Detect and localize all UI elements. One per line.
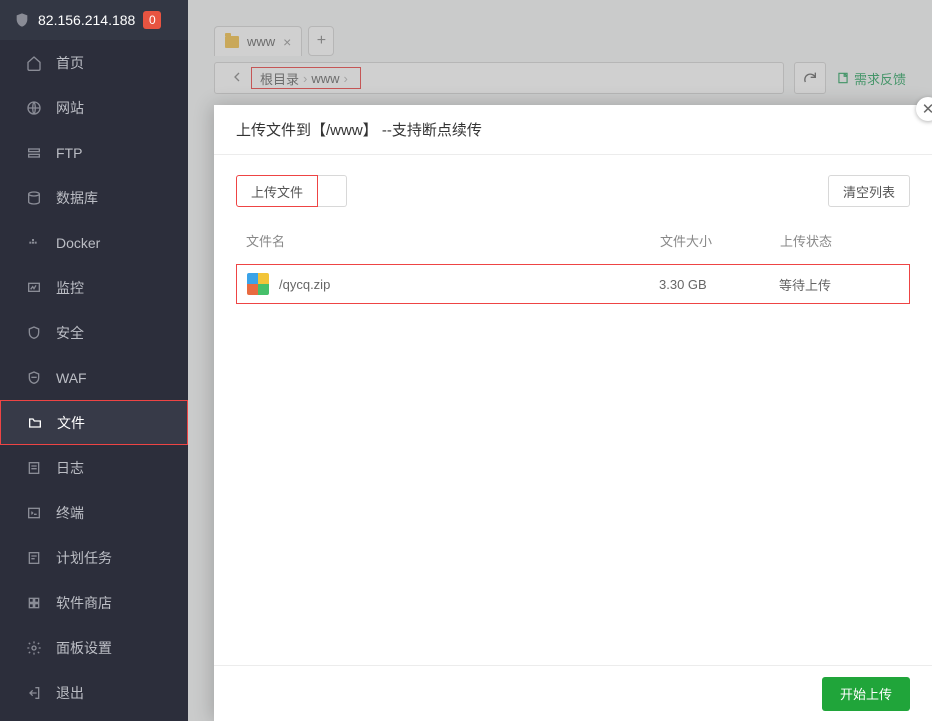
upload-file-split-button: 上传文件 — [236, 175, 347, 207]
upload-file-button[interactable]: 上传文件 — [236, 175, 318, 207]
sidebar-item-store[interactable]: 软件商店 — [0, 580, 188, 625]
globe-icon — [26, 100, 42, 116]
sidebar-item-label: 终端 — [56, 503, 84, 523]
sidebar-item-label: 退出 — [56, 683, 84, 703]
store-icon — [26, 595, 42, 611]
ftp-icon — [26, 145, 42, 161]
upload-dropdown-button[interactable] — [318, 175, 347, 207]
gear-icon — [26, 640, 42, 656]
start-upload-button[interactable]: 开始上传 — [822, 677, 910, 711]
zip-file-icon — [247, 273, 269, 295]
monitor-icon — [26, 280, 42, 296]
shield-check-icon — [26, 325, 42, 341]
sidebar-item-terminal[interactable]: 终端 — [0, 490, 188, 535]
sidebar-item-files[interactable]: 文件 — [0, 400, 188, 445]
col-name-header: 文件名 — [246, 231, 660, 250]
sidebar-item-docker[interactable]: Docker — [0, 220, 188, 265]
col-size-header: 文件大小 — [660, 231, 780, 250]
sidebar-item-label: 网站 — [56, 98, 84, 118]
home-icon — [26, 55, 42, 71]
sidebar-item-label: 日志 — [56, 458, 84, 478]
folder-icon — [27, 415, 43, 431]
upload-table: 文件名 文件大小 上传状态 /qycq.zip 3.30 GB 等待上传 — [236, 231, 910, 304]
sidebar-item-monitor[interactable]: 监控 — [0, 265, 188, 310]
sidebar-item-label: 首页 — [56, 53, 84, 73]
sidebar-item-label: 计划任务 — [56, 548, 112, 568]
sidebar-item-label: 数据库 — [56, 188, 98, 208]
exit-icon — [26, 685, 42, 701]
database-icon — [26, 190, 42, 206]
sidebar-item-settings[interactable]: 面板设置 — [0, 625, 188, 670]
sidebar-item-database[interactable]: 数据库 — [0, 175, 188, 220]
server-ip: 82.156.214.188 — [38, 12, 135, 28]
clock-icon — [26, 550, 42, 566]
sidebar-item-security[interactable]: 安全 — [0, 310, 188, 355]
sidebar-item-exit[interactable]: 退出 — [0, 670, 188, 715]
col-status-header: 上传状态 — [780, 231, 900, 250]
sidebar-item-label: 文件 — [57, 413, 85, 433]
file-name: /qycq.zip — [279, 277, 330, 292]
sidebar-item-home[interactable]: 首页 — [0, 40, 188, 85]
sidebar-item-waf[interactable]: WAF — [0, 355, 188, 400]
sidebar-item-label: 面板设置 — [56, 638, 112, 658]
dialog-footer: 开始上传 — [214, 665, 932, 721]
sidebar-item-logs[interactable]: 日志 — [0, 445, 188, 490]
sidebar-item-label: Docker — [56, 235, 100, 251]
file-status: 等待上传 — [779, 275, 899, 294]
dialog-body: 上传文件 清空列表 文件名 文件大小 上传状态 /qycq.zip 3.30 G… — [214, 155, 932, 665]
file-size: 3.30 GB — [659, 277, 779, 292]
sidebar-item-ftp[interactable]: FTP — [0, 130, 188, 175]
sidebar-item-label: WAF — [56, 370, 87, 386]
sidebar-item-label: FTP — [56, 145, 82, 161]
sidebar-item-label: 软件商店 — [56, 593, 112, 613]
sidebar: 82.156.214.188 0 首页 网站 FTP 数据库 Docker 监控… — [0, 0, 188, 721]
sidebar-header: 82.156.214.188 0 — [0, 0, 188, 40]
dialog-title: 上传文件到【/www】 --支持断点续传 — [214, 105, 932, 155]
table-row[interactable]: /qycq.zip 3.30 GB 等待上传 — [236, 264, 910, 304]
waf-icon — [26, 370, 42, 386]
shield-icon — [14, 12, 30, 28]
dialog-toolbar: 上传文件 清空列表 — [236, 175, 910, 207]
sidebar-item-cron[interactable]: 计划任务 — [0, 535, 188, 580]
notification-badge[interactable]: 0 — [143, 11, 161, 29]
sidebar-item-sites[interactable]: 网站 — [0, 85, 188, 130]
docker-icon — [26, 235, 42, 251]
upload-dialog: ✕ 上传文件到【/www】 --支持断点续传 上传文件 清空列表 文件名 文件大… — [214, 105, 932, 721]
table-header: 文件名 文件大小 上传状态 — [236, 231, 910, 264]
clear-list-button[interactable]: 清空列表 — [828, 175, 910, 207]
sidebar-item-label: 安全 — [56, 323, 84, 343]
terminal-icon — [26, 505, 42, 521]
log-icon — [26, 460, 42, 476]
sidebar-item-label: 监控 — [56, 278, 84, 298]
